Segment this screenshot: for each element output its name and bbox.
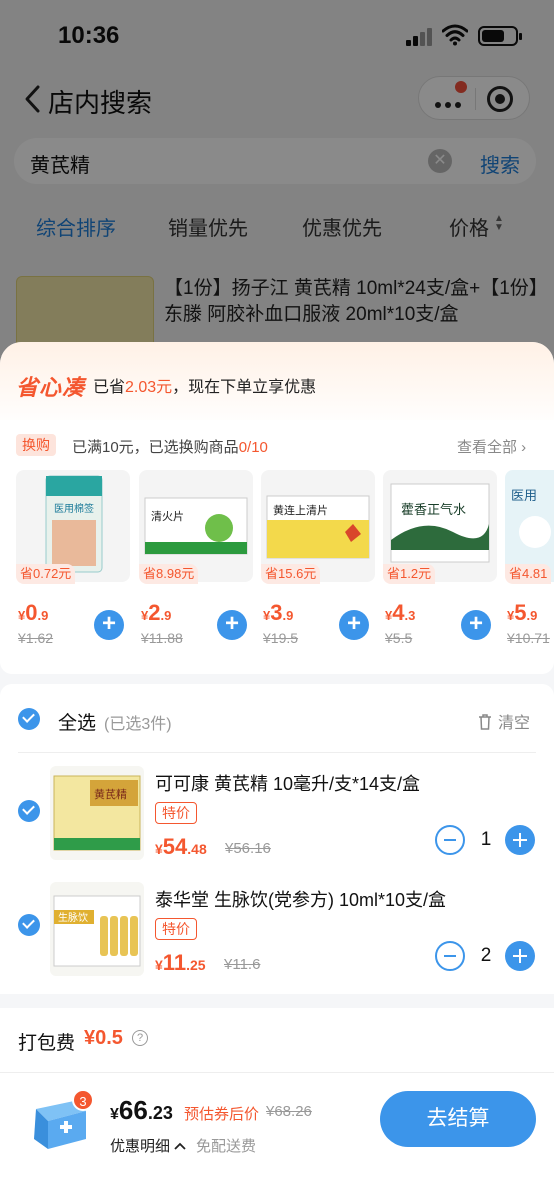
exchange-item[interactable]: 医用棉签 省0.72元 ¥0.9 ¥1.62 + [16,470,130,646]
trash-icon [479,714,491,730]
cart-item-original-price: ¥56.16 [225,840,271,857]
exchange-item[interactable]: 医用 省4.81 ¥5.9 ¥10.71 [505,470,554,646]
exchange-tag: 换购 [16,434,56,456]
original-price: ¥19.5 [263,630,299,646]
decrease-quantity-button[interactable] [435,941,465,971]
packaging-fee-row: 打包费 ¥0.5 ? [0,1008,554,1072]
view-all-link[interactable]: 查看全部 › [457,436,526,457]
add-button[interactable]: + [94,610,124,640]
saved-amount: 2.03元 [125,379,173,396]
exchange-item[interactable]: 黄连上清片 省15.6元 ¥3.9 ¥19.5 + [261,470,375,646]
product-image-label: 清火片 [151,510,184,523]
increase-quantity-button[interactable] [505,941,535,971]
help-icon[interactable]: ? [132,1030,148,1046]
increase-quantity-button[interactable] [505,825,535,855]
clear-cart-button[interactable]: 清空 [478,709,530,733]
original-price: ¥1.62 [18,630,54,646]
quantity-value: 1 [480,829,492,850]
item-checkbox[interactable] [18,800,40,822]
cart-list: 全选 (已选3件) 清空 黄芪精 可可康 黄芪精 10毫升/支*14支/盒 特价… [0,684,554,994]
product-image-label: 黄连上清片 [273,503,328,517]
promo-logo: 省心凑 [16,375,86,400]
exchange-price: ¥5.9 [507,600,538,625]
cart-item-image[interactable]: 黄芪精 [50,766,144,860]
free-shipping-text: 免配送费 [196,1138,257,1155]
promo-banner: 省心凑 已省2.03元，现在下单立享优惠 [0,342,554,428]
discount-detail-toggle[interactable]: 优惠明细 [110,1135,186,1156]
save-badge: 省15.6元 [261,564,321,584]
total-price: ¥66.23 [110,1095,173,1125]
exchange-price: ¥2.9 [141,600,172,625]
decrease-quantity-button[interactable] [435,825,465,855]
exchange-price: ¥3.9 [263,600,294,625]
special-price-tag: 特价 [155,918,197,940]
quantity-value: 2 [480,945,492,966]
original-price: ¥5.5 [385,630,413,646]
cart-item-image[interactable]: 生脉饮 [50,882,144,976]
add-button[interactable]: + [461,610,491,640]
cart-count-badge: 3 [72,1089,94,1111]
cart-item-price: ¥11.25 [155,950,206,975]
packaging-label: 打包费 [18,1033,76,1054]
original-price: ¥10.71 [507,630,550,646]
cart-item-name[interactable]: 泰华堂 生脉饮(党参方) 10ml*10支/盒 [155,886,446,912]
product-image-label: 医用 [511,489,537,504]
cart-item-price: ¥54.48 [155,834,207,859]
save-badge: 省8.98元 [139,564,199,584]
exchange-price: ¥4.3 [385,600,416,625]
checkout-bar: 3 ¥66.23 预估券后价 ¥68.26 优惠明细 免配送费 去结算 [0,1072,554,1200]
cart-item-name[interactable]: 可可康 黄芪精 10毫升/支*14支/盒 [155,770,420,796]
cart-item-image-label: 黄芪精 [94,787,127,801]
cart-item-image-label: 生脉饮 [58,911,88,924]
add-button[interactable]: + [339,610,369,640]
checkout-original-price: ¥68.26 [266,1103,312,1120]
exchange-price: ¥0.9 [18,600,49,625]
chevron-up-icon [174,1142,186,1150]
estimated-price-label: 预估券后价 [184,1106,260,1123]
checkout-button[interactable]: 去结算 [380,1091,536,1147]
cart-sheet: 省心凑 已省2.03元，现在下单立享优惠 换购 已满10元，已选换购商品0/10… [0,342,554,1200]
product-image-label: 藿香正气水 [401,502,466,518]
exchange-item[interactable]: 藿香正气水 省1.2元 ¥4.3 ¥5.5 + [383,470,497,646]
save-badge: 省4.81 [505,564,552,584]
exchange-item[interactable]: 清火片 省8.98元 ¥2.9 ¥11.88 + [139,470,253,646]
selected-count: (已选3件) [104,716,172,733]
select-all-label[interactable]: 全选 [58,708,96,735]
cart-item-original-price: ¥11.6 [224,956,261,973]
exchange-section: 换购 已满10元，已选换购商品0/10 查看全部 › 医用棉签 省0.72元 ¥… [0,420,554,674]
select-all-checkbox[interactable] [18,708,40,730]
product-image-label: 医用棉签 [54,502,94,515]
item-checkbox[interactable] [18,914,40,936]
exchange-condition: 已满10元，已选换购商品0/10 [72,439,268,456]
packaging-fee: ¥0.5 [84,1027,123,1049]
save-badge: 省1.2元 [383,564,436,584]
original-price: ¥11.88 [141,630,183,646]
promo-text: 已省2.03元，现在下单立享优惠 [93,379,317,396]
add-button[interactable]: + [217,610,247,640]
save-badge: 省0.72元 [16,564,76,584]
special-price-tag: 特价 [155,802,197,824]
